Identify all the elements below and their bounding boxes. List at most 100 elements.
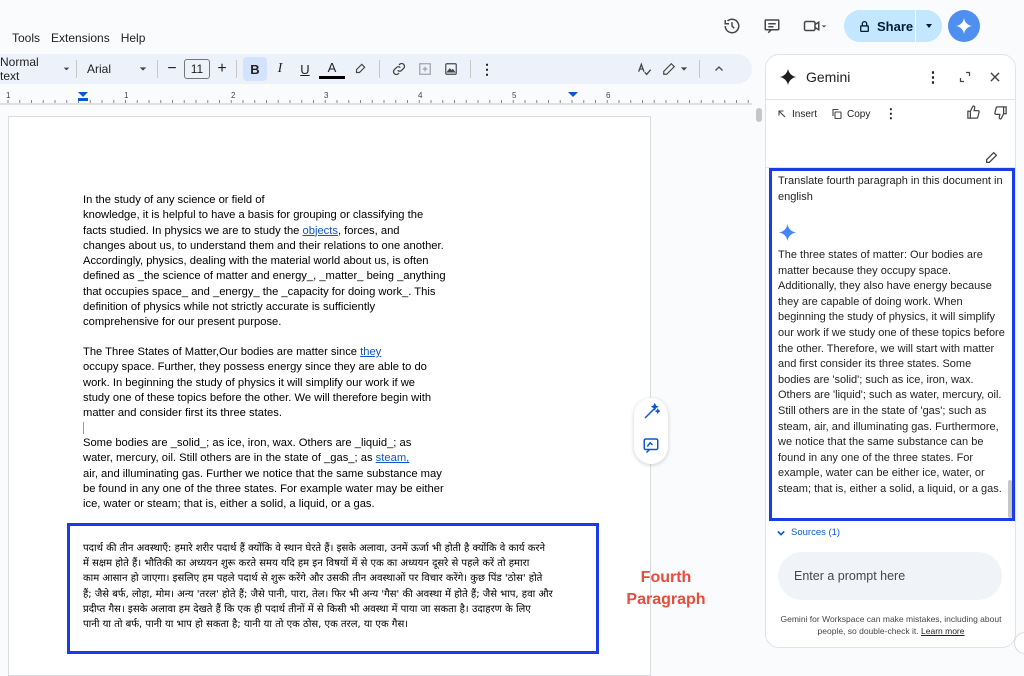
comments-icon[interactable] xyxy=(758,12,786,40)
add-comment-sparkle-icon[interactable] xyxy=(642,436,660,459)
font-select[interactable]: Arial xyxy=(83,57,151,81)
version-history-icon[interactable] xyxy=(718,12,746,40)
gemini-disclaimer: Gemini for Workspace can make mistakes, … xyxy=(780,613,1002,637)
divider xyxy=(766,99,1015,100)
learn-more-link[interactable]: Learn more xyxy=(921,626,964,636)
underline-button[interactable]: U xyxy=(293,57,317,81)
share-button[interactable]: Share xyxy=(844,10,942,42)
paragraph-3[interactable]: Some bodies are _solid_; as ice, iron, w… xyxy=(83,436,463,512)
spellcheck-icon[interactable] xyxy=(631,57,657,81)
link-steam[interactable]: steam, xyxy=(376,452,410,464)
link-objects[interactable]: objects xyxy=(303,225,338,237)
text-color-button[interactable]: A xyxy=(319,59,345,79)
gemini-panel-title: Gemini xyxy=(806,69,851,85)
toolbar-divider xyxy=(236,60,237,78)
text-line: में सक्षम होते हैं। भौतिकी का अध्ययन शुर… xyxy=(83,558,530,570)
document-scrollbar[interactable] xyxy=(756,108,762,122)
gemini-sparkle-button[interactable] xyxy=(948,10,980,42)
paragraph-1[interactable]: In the study of any science or field of … xyxy=(83,193,463,331)
text-line: water, mercury, oil. Still others are in… xyxy=(83,451,463,466)
gemini-response-sparkle-icon xyxy=(778,223,797,242)
text-line: ice, water or steam; that is, either a s… xyxy=(83,498,375,511)
gemini-response-text: The three states of matter: Our bodies a… xyxy=(778,249,1005,495)
toolbar-divider xyxy=(379,60,380,78)
increase-font-size-button[interactable]: + xyxy=(214,57,230,81)
close-icon[interactable] xyxy=(985,70,1005,84)
text-line: defined as _the science of matter and en… xyxy=(83,270,446,283)
annotation-line: Fourth xyxy=(640,569,692,586)
text-line: knowledge, it is helpful to have a basis… xyxy=(83,209,424,222)
fourth-paragraph-annotation: Fourth Paragraph xyxy=(620,567,712,611)
highlight-pen-icon[interactable] xyxy=(347,57,373,81)
toolbar-divider xyxy=(76,60,77,78)
text-line: that occupies space_ and _energy_ the _c… xyxy=(83,285,436,298)
help-me-write-icon[interactable] xyxy=(642,402,661,426)
insert-button[interactable]: Insert xyxy=(776,108,817,120)
ruler-scale xyxy=(0,92,752,105)
panel-more-icon[interactable]: ⋮ xyxy=(923,68,943,86)
header-actions: Share xyxy=(718,10,1024,42)
text-line: matter and consider first its three stat… xyxy=(83,407,282,420)
ruler-label: 1 xyxy=(124,91,129,100)
share-label: Share xyxy=(877,18,914,34)
response-more-icon[interactable]: ⋮ xyxy=(884,106,897,122)
disclaimer-text: Gemini for Workspace can make mistakes, … xyxy=(780,614,1002,636)
ruler: 1 1 2 3 4 5 6 xyxy=(0,88,752,108)
toolbar-divider xyxy=(699,60,700,78)
font-size-input[interactable]: 11 xyxy=(184,59,210,79)
thumbs-up-icon[interactable] xyxy=(966,105,981,123)
panel-scrollbar[interactable] xyxy=(1008,480,1012,518)
italic-button[interactable]: I xyxy=(267,57,293,81)
insert-label: Insert xyxy=(792,108,818,120)
paragraph-style-select[interactable]: Normal text xyxy=(0,55,70,83)
ruler-label: 6 xyxy=(606,91,611,100)
gemini-star-icon xyxy=(779,68,797,86)
thumbs-down-icon[interactable] xyxy=(993,105,1008,123)
response-actions: Insert Copy ⋮ xyxy=(776,105,1008,123)
text-span: The Three States of Matter,Our bodies ar… xyxy=(83,346,361,358)
decrease-font-size-button[interactable]: − xyxy=(164,57,180,81)
share-dropdown-icon[interactable] xyxy=(916,21,942,31)
editing-mode-pen-icon[interactable] xyxy=(657,57,693,81)
text-cursor xyxy=(83,422,84,434)
text-line: काम आसान हो जाएगा। इसलिए हम पहले पदार्थ … xyxy=(83,573,543,585)
lock-icon xyxy=(860,20,869,32)
link-icon[interactable] xyxy=(386,57,412,81)
chevron-down-icon xyxy=(777,530,785,536)
copy-icon xyxy=(832,108,842,120)
paragraph-2[interactable]: The Three States of Matter,Our bodies ar… xyxy=(83,345,463,421)
text-line: air, and illuminating gas. Further we no… xyxy=(83,467,442,480)
copy-label: Copy xyxy=(847,108,871,120)
add-comment-icon[interactable] xyxy=(412,57,438,81)
menu-tools[interactable]: Tools xyxy=(12,31,40,45)
user-prompt: Translate fourth paragraph in this docum… xyxy=(778,175,1003,203)
toolbar-divider xyxy=(157,60,158,78)
gemini-prompt-input[interactable]: Enter a prompt here xyxy=(778,552,1002,600)
text-line: In the study of any science or field of xyxy=(83,194,265,206)
chevron-down-icon xyxy=(139,67,147,71)
insert-image-icon[interactable] xyxy=(438,57,464,81)
menu-help[interactable]: Help xyxy=(121,31,146,45)
first-line-indent-marker[interactable] xyxy=(78,98,88,101)
paragraph-style-value: Normal text xyxy=(0,55,39,83)
text-line: study one of these topics before the oth… xyxy=(83,391,432,404)
ruler-label: 1 xyxy=(6,91,11,100)
text-span: facts studied. In physics we are to stud… xyxy=(83,224,303,237)
side-panel-toggle[interactable] xyxy=(1014,632,1024,654)
sources-toggle[interactable]: Sources (1) xyxy=(777,527,840,538)
ruler-label: 5 xyxy=(512,91,517,100)
text-line: पदार्थ की तीन अवस्थाएँ: हमारे शरीर पदार्… xyxy=(83,543,546,554)
meet-icon[interactable] xyxy=(798,12,832,40)
link-they[interactable]: they xyxy=(360,346,381,358)
text-span: water, mercury, oil. Still others are in… xyxy=(83,452,376,465)
more-options-icon[interactable]: ⋮ xyxy=(477,57,497,81)
menu-extensions[interactable]: Extensions xyxy=(51,31,110,45)
expand-icon[interactable] xyxy=(955,71,975,83)
annotation-line: Paragraph xyxy=(626,591,706,608)
text-line: The Three States of Matter,Our bodies ar… xyxy=(83,345,463,360)
paragraph-4-hindi[interactable]: पदार्थ की तीन अवस्थाएँ: हमारे शरीर पदार्… xyxy=(83,541,583,632)
collapse-toolbar-chevron-up-icon[interactable] xyxy=(706,57,732,81)
bold-button[interactable]: B xyxy=(243,57,267,81)
edit-prompt-pencil-icon[interactable] xyxy=(985,151,998,169)
copy-button[interactable]: Copy xyxy=(831,108,870,120)
